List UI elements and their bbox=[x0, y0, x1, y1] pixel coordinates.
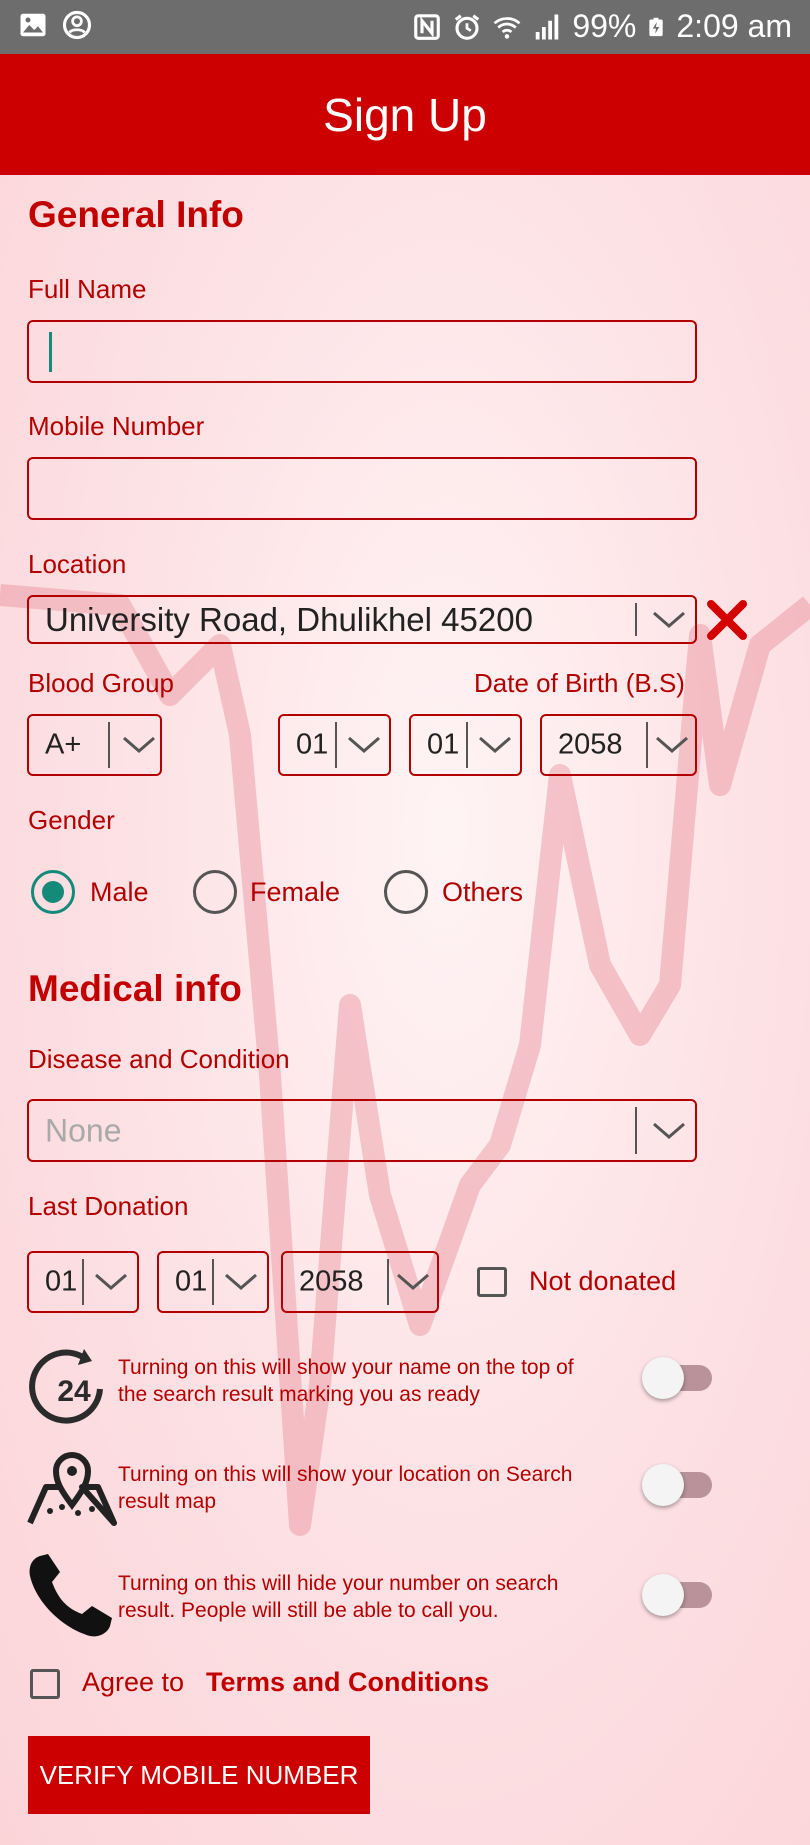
last-donation-day-select[interactable]: 01 bbox=[157, 1251, 269, 1313]
chevron-down-icon bbox=[225, 1273, 257, 1290]
select-divider bbox=[466, 722, 468, 768]
last-donation-year-select[interactable]: 2058 bbox=[281, 1251, 439, 1313]
gender-others-label: Others bbox=[442, 877, 524, 907]
svg-text:24: 24 bbox=[57, 1375, 91, 1408]
disease-condition-label: Disease and Condition bbox=[28, 1044, 290, 1074]
gallery-icon bbox=[20, 13, 46, 37]
dob-year-select[interactable]: 2058 bbox=[540, 714, 697, 776]
toggle-ready-text-line2: the search result marking you as ready bbox=[118, 1383, 480, 1406]
app-bar: Sign Up bbox=[0, 54, 810, 175]
location-label: Location bbox=[28, 549, 127, 579]
select-divider bbox=[646, 722, 648, 768]
verify-mobile-number-button[interactable]: VERIFY MOBILE NUMBER bbox=[28, 1736, 370, 1814]
location-select[interactable]: University Road, Dhulikhel 45200 bbox=[27, 595, 697, 644]
mobile-number-input[interactable] bbox=[27, 457, 697, 520]
full-name-input[interactable] bbox=[27, 320, 697, 383]
toggle-hide-number-text: Turning on this will hide your number on… bbox=[118, 1570, 558, 1624]
blood-group-value: A+ bbox=[45, 728, 82, 761]
last-donation-year-value: 2058 bbox=[299, 1265, 364, 1298]
chevron-down-icon bbox=[653, 1122, 685, 1139]
toggle-hide-number-text-line2: result. People will still be able to cal… bbox=[118, 1599, 499, 1622]
blood-group-select[interactable]: A+ bbox=[27, 714, 162, 776]
agree-prefix-label: Agree to bbox=[82, 1667, 185, 1697]
dob-month-select[interactable]: 01 bbox=[278, 714, 391, 776]
gender-label: Gender bbox=[28, 805, 115, 835]
signal-icon bbox=[536, 14, 559, 39]
last-donation-day-value: 01 bbox=[175, 1265, 208, 1298]
battery-charging-icon bbox=[649, 17, 664, 36]
gender-female-radio[interactable] bbox=[193, 870, 237, 914]
toggle-location-text-line1: Turning on this will show your location … bbox=[118, 1463, 573, 1486]
toggle-location-switch[interactable] bbox=[640, 1462, 718, 1508]
alarm-icon bbox=[455, 14, 480, 40]
last-donation-month-value: 01 bbox=[45, 1265, 78, 1298]
toggle-knob bbox=[642, 1464, 684, 1506]
status-bar: 99% 2:09 am bbox=[0, 0, 810, 54]
chevron-down-icon bbox=[656, 736, 688, 753]
not-donated-checkbox[interactable] bbox=[477, 1267, 507, 1297]
chevron-down-icon bbox=[95, 1273, 127, 1290]
toggle-hide-number-switch[interactable] bbox=[640, 1572, 718, 1618]
select-divider bbox=[635, 603, 637, 636]
gender-male-label: Male bbox=[90, 877, 149, 907]
chevron-down-icon bbox=[653, 611, 685, 628]
chevron-down-icon bbox=[348, 736, 380, 753]
toggle-knob bbox=[642, 1357, 684, 1399]
dob-day-select[interactable]: 01 bbox=[409, 714, 522, 776]
nfc-icon bbox=[414, 13, 441, 40]
medical-info-heading: Medical info bbox=[28, 968, 242, 1009]
toggle-ready-switch[interactable] bbox=[640, 1355, 718, 1401]
toggle-hide-number-text-line1: Turning on this will hide your number on… bbox=[118, 1572, 559, 1595]
blood-group-label: Blood Group bbox=[28, 668, 174, 698]
clock: 2:09 am bbox=[676, 8, 792, 44]
account-circle-icon bbox=[62, 10, 92, 40]
dob-month-value: 01 bbox=[296, 728, 329, 761]
24-hour-icon: 24 bbox=[28, 1345, 118, 1425]
agree-terms-checkbox[interactable] bbox=[30, 1669, 60, 1699]
disease-condition-select[interactable]: None bbox=[27, 1099, 697, 1162]
toggle-location-text-line2: result map bbox=[118, 1490, 217, 1513]
chevron-down-icon bbox=[397, 1273, 429, 1290]
last-donation-label: Last Donation bbox=[28, 1191, 189, 1221]
select-divider bbox=[212, 1259, 214, 1305]
chevron-down-icon bbox=[479, 736, 511, 753]
chevron-down-icon bbox=[123, 736, 155, 753]
map-pin-icon bbox=[26, 1445, 118, 1527]
general-info-heading: General Info bbox=[28, 194, 244, 235]
dob-year-value: 2058 bbox=[558, 728, 623, 761]
select-divider bbox=[635, 1107, 637, 1154]
not-donated-label: Not donated bbox=[529, 1266, 677, 1296]
toggle-knob bbox=[642, 1574, 684, 1616]
date-of-birth-label: Date of Birth (B.S) bbox=[474, 668, 685, 698]
phone-icon bbox=[26, 1550, 118, 1640]
toggle-ready-text: Turning on this will show your name on t… bbox=[118, 1354, 574, 1408]
toggle-ready-text-line1: Turning on this will show your name on t… bbox=[118, 1356, 574, 1379]
full-name-label: Full Name bbox=[28, 274, 147, 304]
mobile-number-label: Mobile Number bbox=[28, 411, 205, 441]
last-donation-month-select[interactable]: 01 bbox=[27, 1251, 139, 1313]
dob-day-value: 01 bbox=[427, 728, 460, 761]
select-divider bbox=[335, 722, 337, 768]
select-divider bbox=[108, 722, 110, 768]
terms-and-conditions-link[interactable]: Terms and Conditions bbox=[206, 1667, 489, 1698]
location-value: University Road, Dhulikhel 45200 bbox=[45, 600, 533, 638]
wifi-icon bbox=[493, 16, 521, 39]
battery-percent: 99% bbox=[572, 8, 637, 44]
gender-others-radio[interactable] bbox=[384, 870, 428, 914]
gender-female-label: Female bbox=[250, 877, 341, 907]
select-divider bbox=[387, 1259, 389, 1305]
disease-condition-value: None bbox=[45, 1112, 122, 1148]
page-title: Sign Up bbox=[323, 88, 487, 141]
toggle-location-text: Turning on this will show your location … bbox=[118, 1461, 572, 1515]
clear-location-icon[interactable] bbox=[705, 598, 749, 642]
text-cursor bbox=[49, 332, 52, 372]
gender-male-radio[interactable] bbox=[31, 870, 75, 914]
select-divider bbox=[82, 1259, 84, 1305]
